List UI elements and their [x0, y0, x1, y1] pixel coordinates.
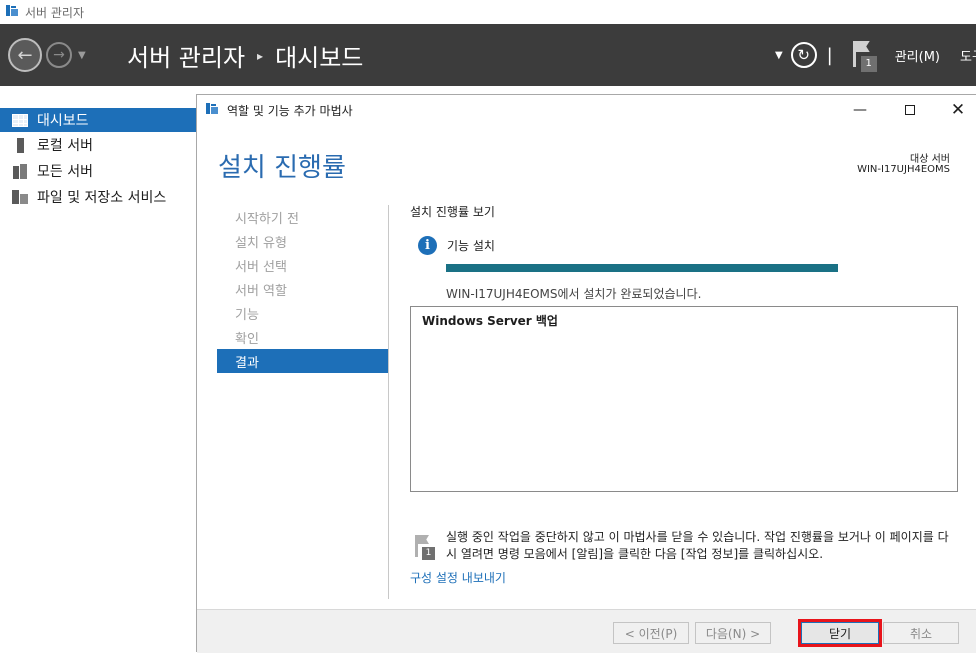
target-server-label: 대상 서버: [910, 154, 950, 165]
step-installation-type[interactable]: 설치 유형: [217, 229, 388, 253]
info-icon: i: [418, 236, 437, 255]
server-manager-icon: [5, 3, 19, 21]
divider: |: [826, 44, 833, 66]
export-configuration-link[interactable]: 구성 설정 내보내기: [410, 569, 506, 586]
app-title: 서버 관리자: [25, 5, 85, 20]
sidebar-item-label: 파일 및 저장소 서비스: [37, 190, 167, 206]
wizard-app-icon: [205, 101, 219, 119]
step-before-you-begin[interactable]: 시작하기 전: [217, 205, 388, 229]
back-arrow-icon[interactable]: ←: [8, 38, 42, 72]
status-row: i 기능 설치: [418, 236, 495, 255]
menu-manage[interactable]: 관리(M): [895, 46, 940, 65]
sidebar: 대시보드 로컬 서버 모든 서버 파일 및 저장소 서비스: [0, 86, 196, 652]
add-roles-wizard-dialog: 역할 및 기능 추가 마법사 — ✕ 설치 진행률 대상 서버 WIN-I17U…: [196, 94, 976, 653]
page-title: 설치 진행률: [218, 153, 346, 183]
sidebar-item-all-servers[interactable]: 모든 서버: [0, 159, 196, 183]
header-actions: ▼ ↻ | 1 관리(M) 도구: [775, 38, 976, 72]
notifications-flag-icon[interactable]: 1: [851, 39, 879, 72]
sidebar-item-dashboard[interactable]: 대시보드: [0, 108, 196, 132]
dashboard-grid-icon: [11, 112, 29, 128]
close-wizard-note: 실행 중인 작업을 중단하지 않고 이 마법사를 닫을 수 있습니다. 작업 진…: [446, 530, 949, 561]
next-button[interactable]: 다음(N) >: [695, 622, 771, 644]
cancel-button[interactable]: 취소: [883, 622, 959, 644]
results-panel: 설치 진행률 보기 i 기능 설치 WIN-I17UJH4EOMS에서 설치가 …: [410, 203, 965, 585]
step-confirmation[interactable]: 확인: [217, 325, 388, 349]
history-dropdown-icon[interactable]: ▼: [78, 50, 86, 61]
status-text: 기능 설치: [447, 239, 495, 253]
step-features[interactable]: 기능: [217, 301, 388, 325]
wizard-title: 역할 및 기능 추가 마법사: [227, 103, 353, 118]
step-server-roles[interactable]: 서버 역할: [217, 277, 388, 301]
refresh-icon[interactable]: ↻: [790, 42, 817, 68]
breadcrumb: 서버 관리자 ▸ 대시보드: [127, 38, 363, 73]
target-server-value: WIN-I17UJH4EOMS: [857, 164, 950, 175]
sidebar-item-file-storage[interactable]: 파일 및 저장소 서비스: [0, 185, 196, 209]
list-item: Windows Server 백업: [422, 314, 558, 328]
wizard-steps: 시작하기 전 설치 유형 서버 선택 서버 역할 기능 확인 결과: [217, 205, 388, 373]
close-icon[interactable]: ✕: [935, 95, 976, 125]
sidebar-item-label: 대시보드: [37, 113, 89, 129]
menu-tools[interactable]: 도구: [960, 46, 976, 65]
sidebar-item-local-server[interactable]: 로컬 서버: [0, 133, 196, 157]
view-progress-label: 설치 진행률 보기: [410, 205, 495, 219]
storage-icon: [11, 189, 29, 205]
maximize-icon[interactable]: [887, 95, 933, 125]
step-server-selection[interactable]: 서버 선택: [217, 253, 388, 277]
server-icon: [11, 137, 29, 153]
divider: [388, 205, 389, 599]
forward-arrow-icon[interactable]: →: [46, 42, 72, 68]
completion-message: WIN-I17UJH4EOMS에서 설치가 완료되었습니다.: [446, 287, 702, 301]
sidebar-item-label: 로컬 서버: [37, 138, 93, 154]
previous-button[interactable]: < 이전(P): [613, 622, 689, 644]
notification-count-badge: 1: [860, 56, 877, 72]
sidebar-item-label: 모든 서버: [37, 164, 93, 180]
header-bar: ← → ▼ 서버 관리자 ▸ 대시보드 ▼ ↻ | 1 관리(M) 도구: [0, 24, 976, 86]
chevron-down-icon[interactable]: ▼: [775, 50, 783, 61]
minimize-icon[interactable]: —: [837, 95, 883, 125]
app-titlebar: 서버 관리자: [0, 0, 976, 24]
servers-icon: [11, 163, 29, 179]
breadcrumb-page: 대시보드: [275, 44, 364, 72]
notification-flag-icon: 1: [414, 535, 436, 561]
step-results[interactable]: 결과: [217, 349, 388, 373]
breadcrumb-root[interactable]: 서버 관리자: [127, 38, 245, 73]
breadcrumb-separator-icon: ▸: [257, 48, 264, 63]
progress-fill: [446, 264, 838, 272]
close-button[interactable]: 닫기: [798, 619, 882, 647]
flag-badge: 1: [422, 547, 435, 560]
results-list[interactable]: Windows Server 백업: [410, 306, 958, 492]
wizard-footer: < 이전(P) 다음(N) > 닫기 취소: [197, 609, 976, 653]
install-progress-bar: [446, 264, 838, 272]
